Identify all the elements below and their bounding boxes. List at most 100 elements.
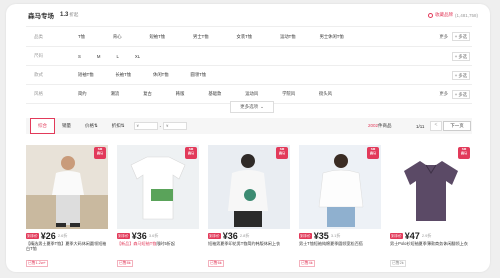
discount: 2.6折	[57, 232, 68, 238]
product-card[interactable]: SM 森马 到手价 ¥47 2.9折 男士Polo衫短袖夏季薄款商务休闲翻领上衣 …	[390, 145, 472, 272]
filter-option[interactable]: L	[116, 54, 118, 59]
brand-badge-icon: SM 森马	[458, 147, 470, 159]
sort-comprehensive[interactable]: 综合	[30, 118, 55, 134]
filter-options: 短袖T恤 长袖T恤 休闲T恤 圆领T恤	[70, 72, 206, 78]
more-button[interactable]: 更多	[439, 91, 448, 97]
page-indicator: 1/11	[416, 123, 425, 129]
filter-option[interactable]: S	[78, 54, 81, 59]
brand-header: 森马专场 1.3折起 收藏品牌 (1,481,758)	[6, 4, 490, 26]
filter-option[interactable]: 休闲T恤	[153, 72, 169, 78]
price-tag: 到手价	[117, 232, 130, 239]
filter-option[interactable]: 男士T恤	[193, 34, 209, 40]
price-tag: 到手价	[299, 232, 312, 239]
prev-page-button[interactable]: <	[430, 121, 442, 131]
product-image[interactable]: SM 森马	[208, 145, 290, 229]
product-title-highlight: 【新品】森马短袖T恤	[117, 241, 157, 246]
price-tag: 到手价	[390, 232, 403, 239]
filter-panel: 品类 T恤 背心 短袖T恤 男士T恤 女装T恤 运动T恤 男士休闲T恤 更多 +…	[26, 26, 472, 104]
product-title[interactable]: 男士T恤短袖纯棉夏季圆领宽松百搭	[299, 241, 381, 251]
price-range-dash: -	[159, 123, 162, 129]
filter-option[interactable]: 长袖T恤	[116, 72, 132, 78]
sort-price[interactable]: 价格 ⇅	[78, 118, 105, 134]
favorite-count: (1,481,758)	[454, 12, 478, 18]
filter-option[interactable]: 女装T恤	[237, 34, 253, 40]
product-title[interactable]: 男士Polo衫短袖夏季薄款商务休闲翻领上衣	[390, 241, 472, 251]
brand-badge-icon: SM 森马	[94, 147, 106, 159]
product-image[interactable]: SM 森马	[299, 145, 381, 229]
sort-sales[interactable]: 销量	[55, 118, 78, 134]
product-image[interactable]: SM 森马	[26, 145, 108, 229]
filter-label: 款式	[34, 72, 43, 77]
filter-row-style: 款式 短袖T恤 长袖T恤 休闲T恤 圆领T恤 + 多选	[26, 65, 472, 84]
sales-badge: 已售6k	[208, 260, 224, 267]
filter-option[interactable]: 短袖T恤	[78, 72, 94, 78]
product-card[interactable]: SM 森马 到手价 ¥36 2.8折 短袖男夏季印花男T恤简约韩版休闲上衣 已售6…	[208, 145, 290, 272]
discount: 3.1折	[330, 232, 341, 238]
price-row: 到手价 ¥35 3.1折	[299, 230, 381, 241]
next-page-button[interactable]: 下一页	[443, 121, 471, 131]
filter-options: S M L XL	[70, 54, 140, 59]
filter-option[interactable]: 背心	[113, 34, 122, 40]
sort-discount-label: 折扣	[111, 123, 121, 128]
price-tag: 到手价	[26, 232, 39, 239]
brand-badge-icon: SM 森马	[276, 147, 288, 159]
price-tag: 到手价	[208, 232, 221, 239]
result-count: 2002件商品	[368, 123, 392, 129]
filter-option[interactable]: 圆领T恤	[191, 72, 207, 78]
page-title: 森马专场	[28, 13, 54, 20]
more-button[interactable]: 更多	[439, 34, 448, 40]
price-row: 到手价 ¥26 2.6折	[26, 231, 108, 241]
filter-option[interactable]: 运动T恤	[280, 34, 296, 40]
filter-option[interactable]: XL	[135, 54, 140, 59]
filter-option[interactable]: 潮流	[111, 91, 120, 97]
product-card[interactable]: SM 森马 到手价 ¥35 3.1折 男士T恤短袖纯棉夏季圆领宽松百搭 已售4k	[299, 145, 381, 272]
sort-arrows-icon: ⇅	[94, 123, 98, 128]
product-title[interactable]: 短袖男夏季印花男T恤简约韩版休闲上衣	[208, 241, 290, 251]
filter-option[interactable]: 短袖T恤	[150, 34, 166, 40]
filter-option[interactable]: 学院风	[282, 91, 295, 97]
sales-badge: 已售1.2w+	[26, 260, 48, 267]
filter-option[interactable]: 运动风	[245, 91, 258, 97]
product-card[interactable]: SM 森马 到手价 ¥26 2.6折 【精选男士夏季T恤】夏季大码休闲圆领短袖白T…	[26, 145, 108, 272]
discount: 3.6折	[148, 232, 159, 238]
filter-option[interactable]: 男士休闲T恤	[320, 34, 344, 40]
sales-badge: 已售4k	[299, 260, 315, 267]
product-title[interactable]: 【新品】森马短袖T恤限时5折起	[117, 241, 199, 251]
filter-option[interactable]: 基础款	[208, 91, 221, 97]
filter-option[interactable]: T恤	[78, 34, 85, 40]
product-title[interactable]: 【精选男士夏季T恤】夏季大码休闲圆领短袖白T恤	[26, 241, 108, 251]
multi-select-button[interactable]: + 多选	[451, 51, 470, 61]
brand-badge-icon: SM 森马	[185, 147, 197, 159]
filter-options: T恤 背心 短袖T恤 男士T恤 女装T恤 运动T恤 男士休闲T恤	[70, 34, 344, 40]
discount-info: 1.3折起	[60, 12, 78, 18]
product-image[interactable]: SM 森马	[390, 145, 472, 229]
filter-options: 简约 潮流 复古 韩版 基础款 运动风 学院风 街头风	[70, 91, 332, 97]
sort-discount[interactable]: 折扣 ⇅	[105, 118, 132, 134]
sales-badge: 已售2k	[390, 260, 406, 267]
price-min-input[interactable]: ¥	[133, 122, 158, 130]
sort-bar: 综合 销量 价格 ⇅ 折扣 ⇅ ¥ - ¥ 2002件商品 1/11 < 下一页	[26, 118, 472, 134]
product-card[interactable]: SM 森马 到手价 ¥36 3.6折 【新品】森马短袖T恤限时5折起 已售8k	[117, 145, 199, 272]
multi-select-button[interactable]: + 多选	[451, 70, 470, 80]
discount: 2.8折	[239, 232, 250, 238]
chevron-down-icon: ⌄	[260, 104, 264, 109]
price-max-input[interactable]: ¥	[163, 122, 188, 130]
filter-option[interactable]: 简约	[78, 91, 87, 97]
filter-option[interactable]: 韩版	[176, 91, 185, 97]
filter-option[interactable]: 复古	[143, 91, 152, 97]
product-image[interactable]: SM 森马	[117, 145, 199, 229]
filter-option[interactable]: M	[97, 54, 101, 59]
filter-row-size: 尺码 S M L XL + 多选	[26, 46, 472, 65]
price: ¥36	[131, 230, 147, 241]
price: ¥36	[222, 230, 238, 241]
sort-arrows-icon: ⇅	[120, 123, 125, 128]
multi-select-button[interactable]: + 多选	[451, 32, 470, 41]
favorite-brand-button[interactable]: 收藏品牌 (1,481,758)	[427, 12, 478, 18]
result-suffix: 件商品	[378, 123, 392, 128]
price: ¥35	[313, 230, 329, 241]
filter-row-category: 品类 T恤 背心 短袖T恤 男士T恤 女装T恤 运动T恤 男士休闲T恤 更多 +…	[26, 26, 472, 46]
discount: 2.9折	[421, 232, 432, 238]
multi-select-button[interactable]: + 多选	[451, 89, 470, 99]
show-more-options-button[interactable]: 更多选项 ⌄	[230, 101, 274, 113]
filter-option[interactable]: 街头风	[319, 91, 332, 97]
